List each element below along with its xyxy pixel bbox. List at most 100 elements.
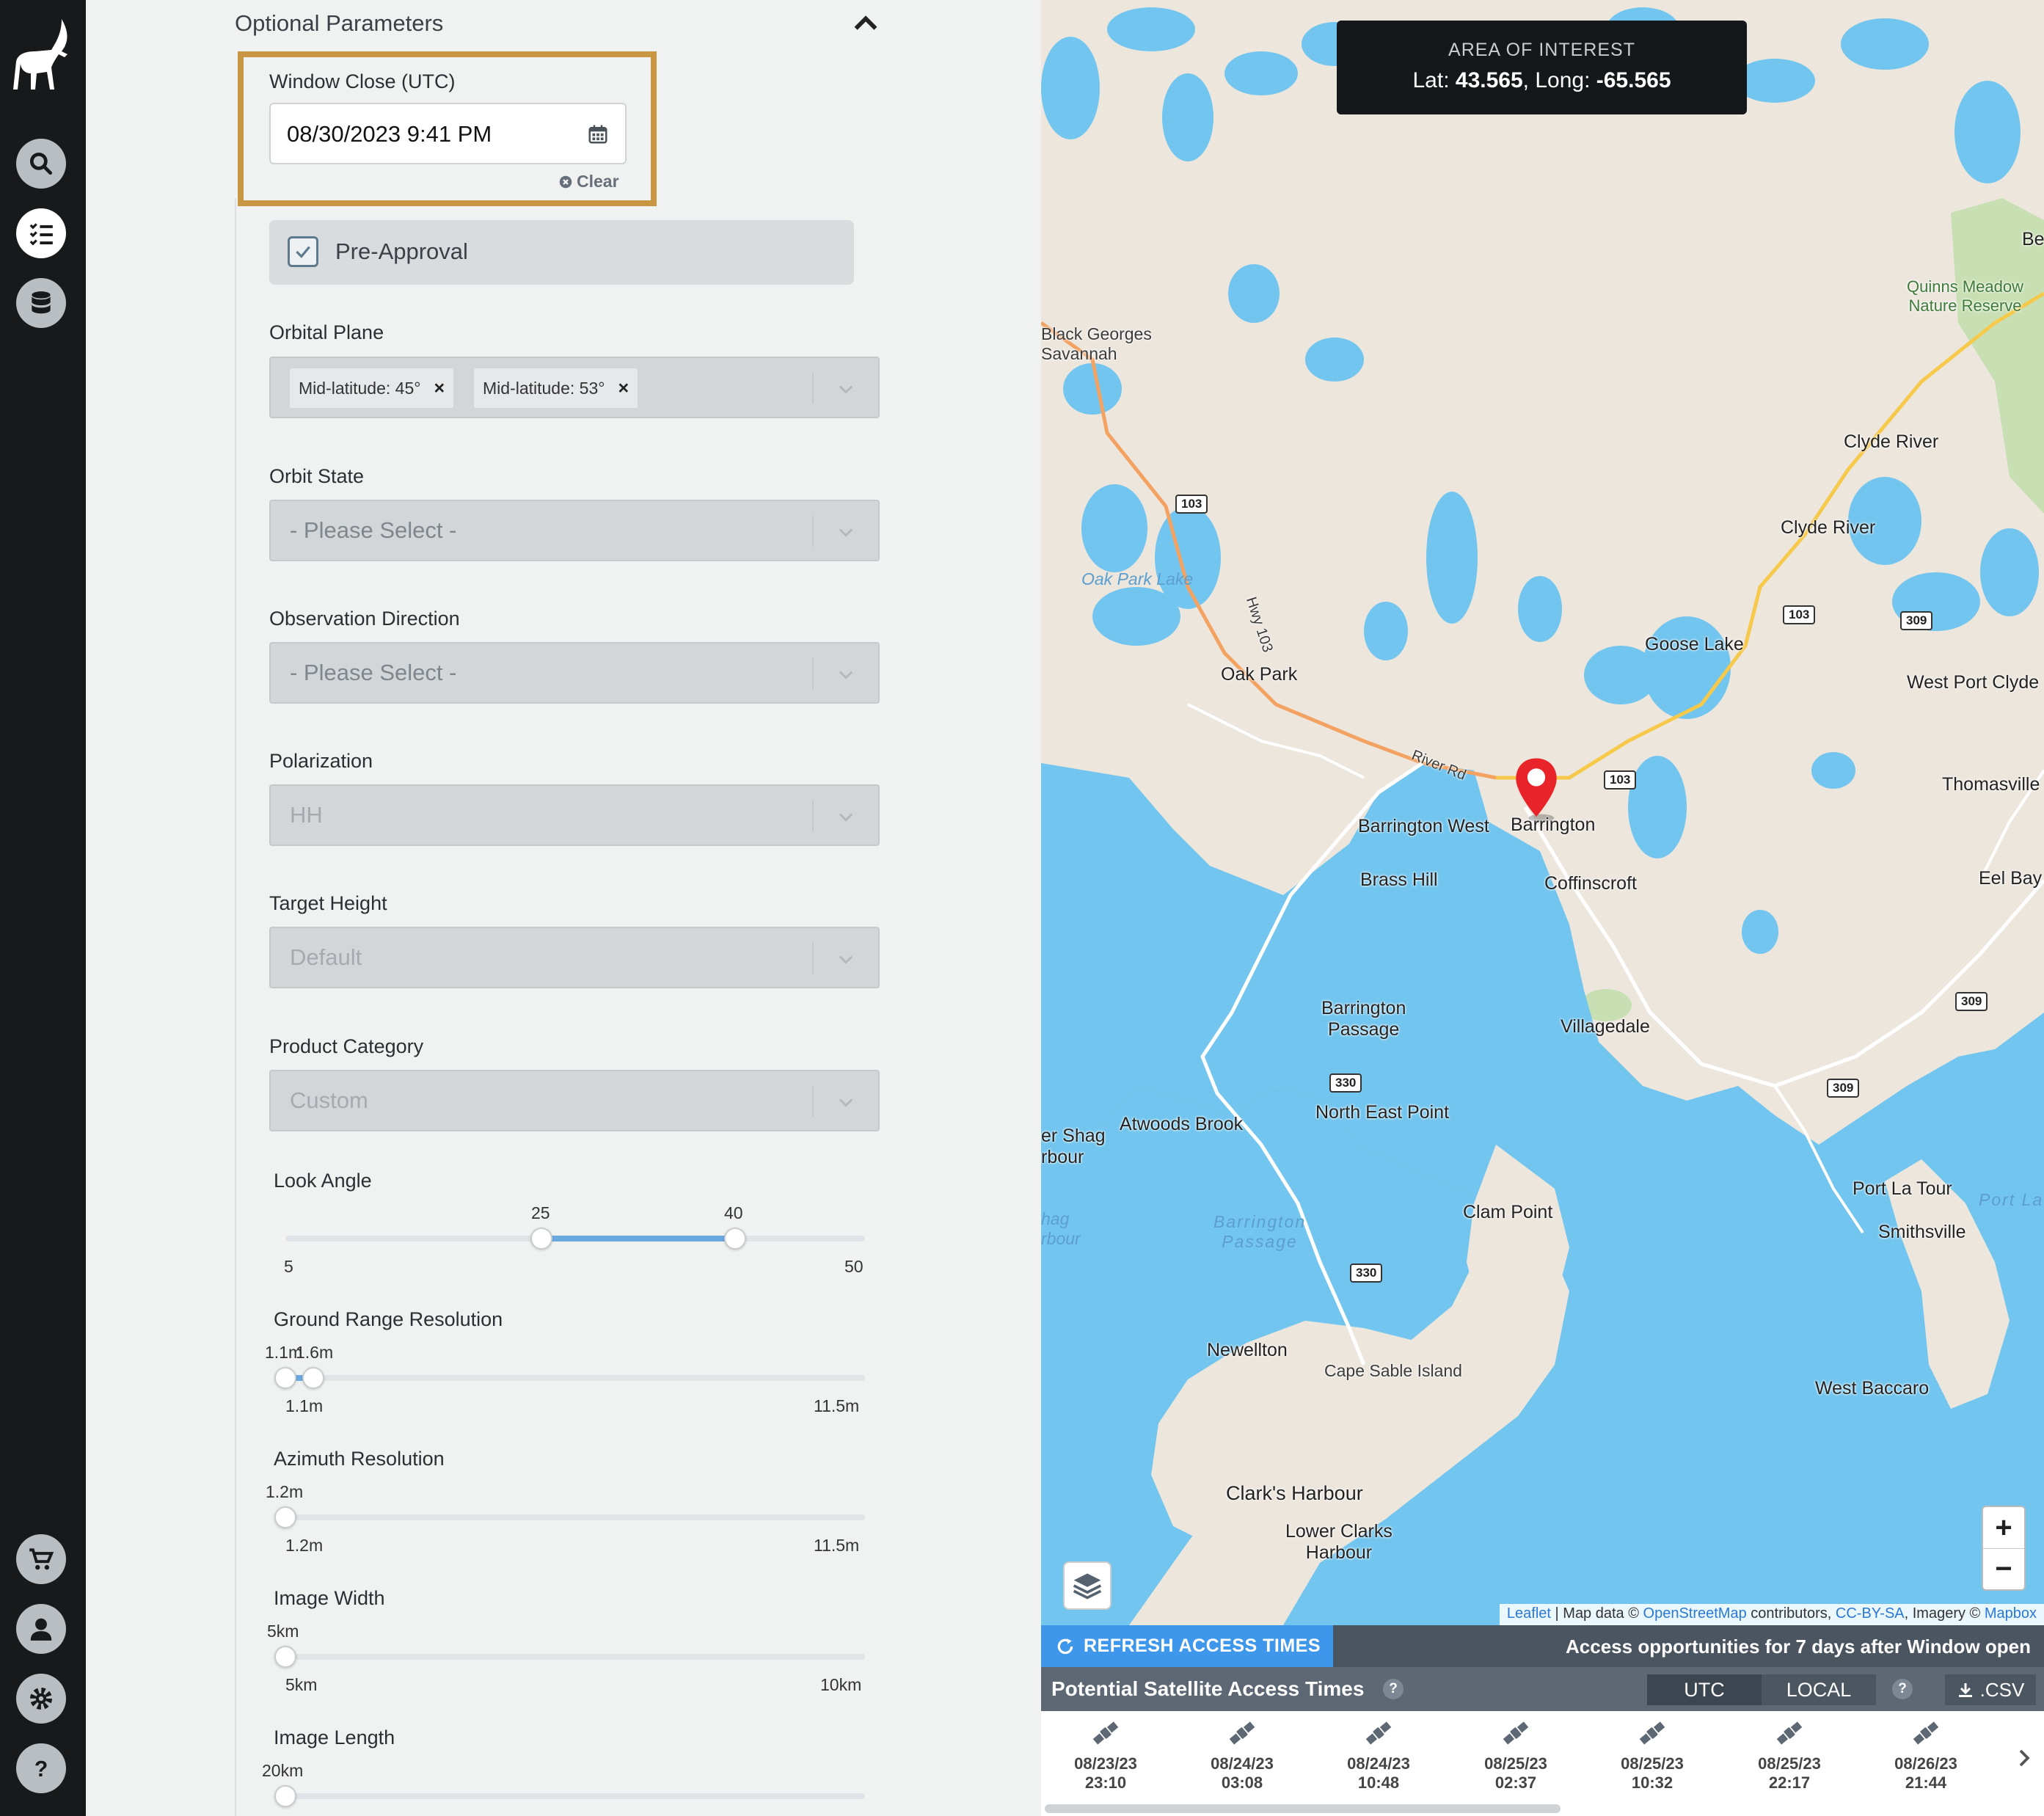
access-time-item[interactable]: 08/23/23 23:10 — [1062, 1718, 1150, 1793]
layers-button[interactable] — [1063, 1561, 1112, 1610]
pre-approval-toggle[interactable]: Pre-Approval — [269, 220, 854, 285]
osm-link[interactable]: OpenStreetMap — [1643, 1605, 1747, 1622]
remove-tag-button[interactable]: × — [434, 378, 445, 399]
observation-direction-select[interactable]: - Please Select - — [269, 642, 880, 704]
clear-button[interactable]: Clear — [559, 172, 619, 192]
access-time: 23:10 — [1084, 1773, 1127, 1792]
pre-approval-checkbox[interactable] — [288, 236, 318, 267]
image-length-slider[interactable] — [285, 1793, 865, 1799]
polarization-select[interactable]: HH — [269, 784, 880, 846]
access-time: 21:44 — [1905, 1773, 1947, 1792]
access-time-item[interactable]: 08/25/23 22:17 — [1745, 1718, 1833, 1793]
horizontal-scrollbar[interactable] — [1045, 1804, 1561, 1813]
csv-label: .CSV — [1979, 1678, 2025, 1701]
satellite-icon — [1092, 1721, 1119, 1745]
orbital-plane-select[interactable]: Mid-latitude: 45° × Mid-latitude: 53° × — [269, 357, 880, 418]
chevron-down-icon — [839, 385, 853, 394]
select-separator — [812, 516, 814, 547]
chevron-right-icon[interactable] — [2013, 1743, 2035, 1773]
help-nav-button[interactable]: ? — [16, 1743, 66, 1793]
map-label: Oak Park — [1221, 664, 1298, 685]
map-label: Clyde River — [1844, 431, 1939, 452]
attribution-text: , Imagery © — [1904, 1605, 1985, 1622]
attribution-text: | Map data © — [1550, 1605, 1643, 1622]
orbital-plane-label: Orbital Plane — [269, 321, 384, 343]
map-label: Be — [2022, 229, 2044, 249]
window-close-input[interactable]: 08/30/2023 9:41 PM — [269, 103, 627, 164]
data-nav-button[interactable] — [16, 278, 66, 328]
chevron-up-icon[interactable] — [849, 7, 883, 41]
target-height-select[interactable]: Default — [269, 927, 880, 988]
ground-range-low-handle[interactable] — [274, 1367, 296, 1389]
access-header: Potential Satellite Access Times ? UTC L… — [1041, 1667, 2044, 1711]
map-view[interactable]: Black Georges Savannah Oak Park Lake Hwy… — [1041, 0, 2044, 1625]
refresh-access-times-button[interactable]: REFRESH ACCESS TIMES — [1041, 1625, 1333, 1667]
image-width-handle[interactable] — [274, 1646, 296, 1668]
cart-nav-button[interactable] — [16, 1534, 66, 1584]
map-label: Quinns Meadow Nature Reserve — [1907, 277, 2023, 315]
license-link[interactable]: CC-BY-SA — [1836, 1605, 1905, 1622]
map-label: Villagedale — [1561, 1016, 1650, 1037]
azimuth-resolution-handle[interactable] — [274, 1506, 296, 1528]
highway-shield: 309 — [1900, 611, 1933, 630]
section-title: Optional Parameters — [235, 10, 444, 36]
attribution-text: contributors, — [1746, 1605, 1836, 1622]
look-angle-slider[interactable] — [285, 1236, 865, 1241]
help-icon: ? — [34, 1757, 48, 1782]
satellite-icon — [1503, 1721, 1529, 1745]
look-angle-low-handle[interactable] — [530, 1228, 552, 1250]
image-width-value: 5km — [267, 1622, 299, 1641]
azimuth-resolution-max: 11.5m — [814, 1536, 860, 1555]
map-label: North East Point — [1315, 1102, 1450, 1123]
chevron-down-icon — [839, 813, 853, 822]
access-time-item[interactable]: 08/24/23 03:08 — [1198, 1718, 1286, 1793]
observation-direction-placeholder: - Please Select - — [290, 660, 457, 685]
ground-range-high-handle[interactable] — [302, 1367, 324, 1389]
mapbox-link[interactable]: Mapbox — [1985, 1605, 2037, 1622]
image-length-value: 20km — [262, 1761, 304, 1780]
map-label: Goose Lake — [1645, 634, 1744, 654]
leaflet-link[interactable]: Leaflet — [1507, 1605, 1551, 1622]
highway-shield: 103 — [1783, 605, 1816, 624]
calendar-icon[interactable] — [587, 123, 609, 145]
help-icon[interactable]: ? — [1383, 1679, 1404, 1699]
product-category-select[interactable]: Custom — [269, 1070, 880, 1131]
look-angle-high-handle[interactable] — [724, 1228, 746, 1250]
access-time: 10:48 — [1357, 1773, 1400, 1792]
remove-tag-button[interactable]: × — [618, 378, 629, 399]
location-pin-icon[interactable] — [1511, 756, 1562, 822]
checkmark-icon — [296, 246, 310, 258]
access-time-item[interactable]: 08/25/23 02:37 — [1472, 1718, 1560, 1793]
orbit-state-select[interactable]: - Please Select - — [269, 500, 880, 561]
image-width-slider[interactable] — [285, 1654, 865, 1660]
tasking-nav-button[interactable] — [16, 208, 66, 258]
ground-range-high-value: 1.6m — [296, 1343, 334, 1362]
settings-nav-button[interactable] — [16, 1674, 66, 1724]
access-time-item[interactable]: 08/25/23 10:32 — [1608, 1718, 1696, 1793]
window-close-label: Window Close (UTC) — [269, 70, 456, 92]
access-note: Access opportunities for 7 days after Wi… — [1566, 1636, 2031, 1658]
ground-range-slider[interactable] — [285, 1375, 865, 1381]
azimuth-resolution-label: Azimuth Resolution — [274, 1448, 445, 1470]
polarization-value: HH — [290, 802, 323, 828]
access-time-item[interactable]: 08/26/23 21:44 — [1882, 1718, 1970, 1793]
zoom-in-button[interactable]: + — [1983, 1507, 2024, 1548]
search-nav-button[interactable] — [16, 139, 66, 189]
local-toggle[interactable]: LOCAL — [1762, 1674, 1876, 1705]
help-icon[interactable]: ? — [1892, 1679, 1913, 1699]
map-label: Black Georges Savannah — [1041, 324, 1152, 363]
satellite-icon — [1229, 1721, 1255, 1745]
map-label: Port La Tour — [1853, 1178, 1952, 1199]
utc-toggle[interactable]: UTC — [1647, 1674, 1762, 1705]
account-nav-button[interactable] — [16, 1604, 66, 1654]
csv-download-button[interactable]: .CSV — [1945, 1674, 2036, 1705]
access-time-item[interactable]: 08/24/23 10:48 — [1335, 1718, 1423, 1793]
access-time: 03:08 — [1221, 1773, 1263, 1792]
azimuth-resolution-slider[interactable] — [285, 1514, 865, 1520]
map-label: hag rbour — [1041, 1209, 1081, 1248]
ground-range-resolution-label: Ground Range Resolution — [274, 1308, 503, 1330]
tasking-form-panel: Optional Parameters Window Close (UTC) 0… — [86, 0, 1041, 1816]
zoom-out-button[interactable]: − — [1983, 1548, 2024, 1589]
access-date: 08/24/23 — [1347, 1754, 1410, 1773]
image-length-handle[interactable] — [274, 1785, 296, 1807]
